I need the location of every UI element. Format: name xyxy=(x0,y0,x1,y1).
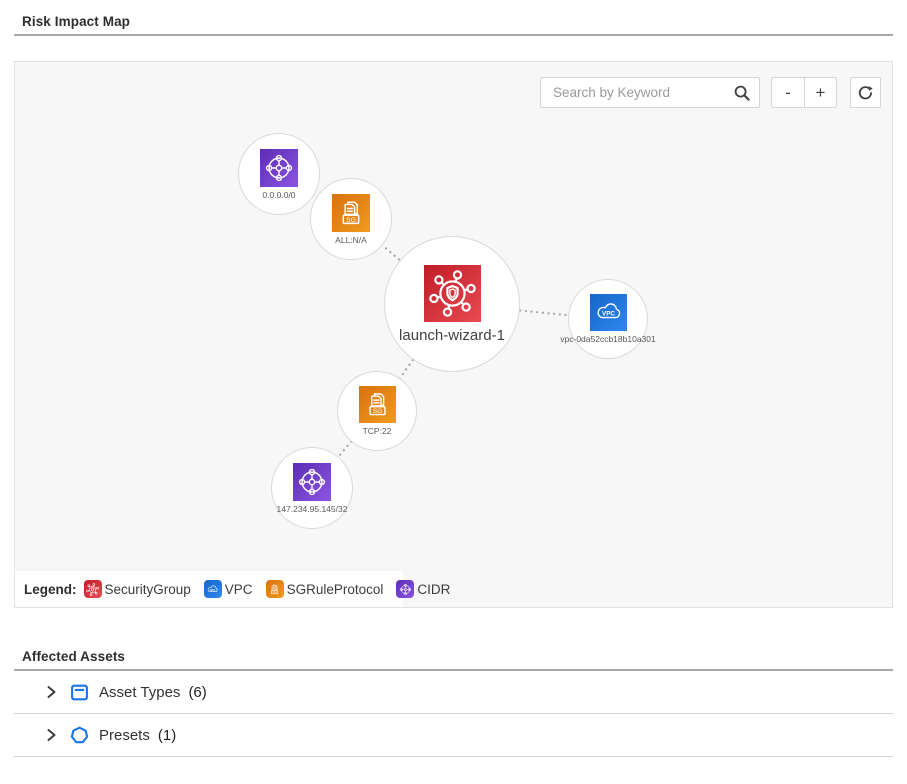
refresh-icon xyxy=(857,84,874,101)
presets-label: Presets xyxy=(99,727,150,744)
zoom-button-group: - + xyxy=(771,77,837,108)
legend-item-securitygroup: SecurityGroup xyxy=(84,580,191,598)
affected-assets-section: Affected Assets Asset Types (6) P xyxy=(14,635,893,757)
chevron-right-icon[interactable] xyxy=(44,685,58,699)
graph-node-cidr-0000[interactable]: 0.0.0.0/0 xyxy=(238,133,320,215)
graph-node-cidr-147[interactable]: 147.234.95.145/32 xyxy=(271,447,353,529)
legend-item-cidr: CIDR xyxy=(396,580,450,598)
graph-node-label: 147.234.95.145/32 xyxy=(277,504,348,514)
map-controls: - + xyxy=(540,77,881,108)
svg-text:SG: SG xyxy=(372,408,381,415)
svg-text:SG: SG xyxy=(346,216,356,223)
graph-node-sgrule-all[interactable]: SG ALL:N/A xyxy=(310,178,392,260)
graph-node-launch-wizard-1[interactable]: launch-wizard-1 xyxy=(384,236,520,372)
presets-row[interactable]: Presets (1) xyxy=(14,714,893,757)
cidr-icon xyxy=(293,463,331,501)
graph-node-sgrule-tcp22[interactable]: SG TCP:22 xyxy=(337,371,417,451)
search-icon[interactable] xyxy=(733,84,751,102)
svg-text:VPC: VPC xyxy=(602,310,615,317)
asset-types-count: (6) xyxy=(188,684,206,701)
zoom-in-button[interactable]: + xyxy=(804,78,836,107)
vpc-icon: VPC xyxy=(204,580,222,598)
sg-rule-protocol-icon: SG xyxy=(266,580,284,598)
legend-item-vpc: VPC VPC xyxy=(204,580,253,598)
legend-item-sgruleprotocol: SG SGRuleProtocol xyxy=(266,580,384,598)
legend: Legend: SecurityGroup VPC VPC SG SGRuleP… xyxy=(15,571,403,607)
legend-label: Legend: xyxy=(24,582,77,597)
keyword-search[interactable] xyxy=(540,77,760,108)
graph-node-label: launch-wizard-1 xyxy=(399,327,505,344)
legend-item-label: SGRuleProtocol xyxy=(287,582,384,597)
graph-node-label: 0.0.0.0/0 xyxy=(262,190,295,200)
graph-node-vpc[interactable]: VPC vpc-0da52ccb18b10a301 xyxy=(568,279,648,359)
title-divider xyxy=(14,34,893,36)
page-title: Risk Impact Map xyxy=(0,0,907,34)
chevron-right-icon[interactable] xyxy=(44,728,58,742)
legend-item-label: CIDR xyxy=(417,582,450,597)
legend-item-label: VPC xyxy=(225,582,253,597)
svg-text:SG: SG xyxy=(273,590,277,594)
graph-node-label: vpc-0da52ccb18b10a301 xyxy=(560,334,655,344)
presets-count: (1) xyxy=(158,727,176,744)
graph-node-label: TCP:22 xyxy=(363,426,392,436)
search-input[interactable] xyxy=(553,85,733,100)
vpc-icon: VPC xyxy=(590,294,627,331)
zoom-out-button[interactable]: - xyxy=(772,78,804,107)
asset-types-icon xyxy=(70,683,89,702)
legend-item-label: SecurityGroup xyxy=(105,582,191,597)
presets-icon xyxy=(70,726,89,745)
asset-types-label: Asset Types xyxy=(99,684,180,701)
asset-types-row[interactable]: Asset Types (6) xyxy=(14,671,893,714)
cidr-icon xyxy=(260,149,298,187)
sgruleprotocol-icon: SG xyxy=(332,194,370,232)
risk-impact-map-canvas[interactable]: 0.0.0.0/0 SG ALL:N/A launch-wizard-1 VPC… xyxy=(14,61,893,608)
svg-text:VPC: VPC xyxy=(210,587,216,591)
refresh-button[interactable] xyxy=(850,77,881,108)
securitygroup-icon xyxy=(424,265,481,322)
security-group-icon xyxy=(84,580,102,598)
graph-node-label: ALL:N/A xyxy=(335,235,367,245)
sgruleprotocol-icon: SG xyxy=(359,386,396,423)
affected-assets-title: Affected Assets xyxy=(14,635,893,669)
cidr-icon xyxy=(396,580,414,598)
